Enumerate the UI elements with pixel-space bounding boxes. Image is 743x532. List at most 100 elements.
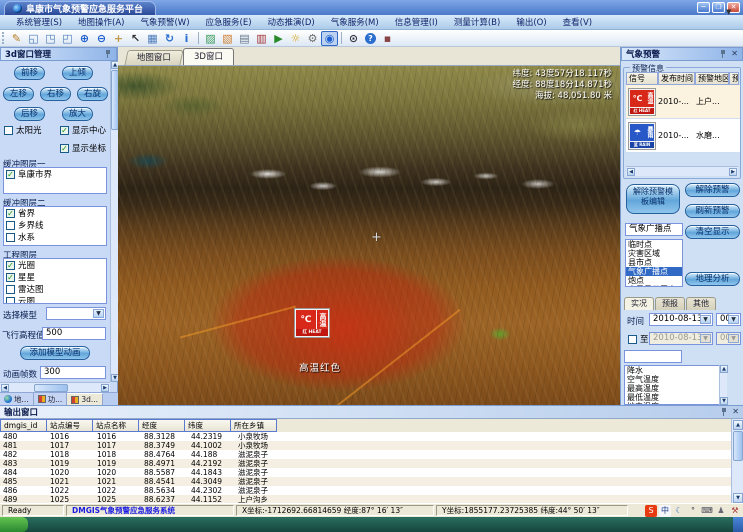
hour-from-picker[interactable]: 00 ▼ bbox=[716, 313, 741, 326]
scroll-up-icon[interactable]: ▲ bbox=[733, 420, 743, 430]
punctuation-icon[interactable]: ° bbox=[687, 505, 699, 517]
zoom-out-window-icon[interactable]: ◳ bbox=[42, 31, 59, 46]
scroll-down-icon[interactable]: ▼ bbox=[733, 493, 743, 503]
layer-item[interactable]: ✓星星 bbox=[4, 271, 106, 283]
table-row[interactable]: 4831019101988.497144.2192滋泥泉子 bbox=[0, 459, 731, 468]
chevron-down-icon[interactable]: ▼ bbox=[728, 315, 739, 324]
checkbox-icon[interactable]: ✓ bbox=[6, 273, 15, 282]
light-icon[interactable]: ☼ bbox=[287, 31, 304, 46]
fly-route-icon[interactable]: ▶ bbox=[270, 31, 287, 46]
list-item[interactable]: 空气温度 bbox=[625, 375, 726, 384]
column-header[interactable]: 站点编号 bbox=[46, 419, 93, 432]
checkbox-icon[interactable] bbox=[6, 221, 15, 230]
list-item[interactable]: 最低温度 bbox=[625, 393, 726, 402]
scroll-thumb[interactable] bbox=[34, 384, 68, 392]
point-type-combo[interactable]: 气象广播点 bbox=[625, 223, 683, 236]
pin-icon[interactable] bbox=[105, 50, 112, 58]
keyboard-icon[interactable]: ⌨ bbox=[701, 505, 713, 517]
column-header[interactable]: 纬度 bbox=[184, 419, 231, 432]
element-list-scrollbar[interactable]: ▲ ▼ bbox=[719, 365, 727, 405]
column-header[interactable]: 信号 bbox=[626, 72, 658, 85]
zoom-in-icon[interactable]: ⊕ bbox=[76, 31, 93, 46]
checkbox-icon[interactable]: ✓ bbox=[60, 126, 69, 135]
warning-row[interactable]: ☂暴雨蓝 RAIN STORM2010-...水磨... bbox=[626, 119, 740, 153]
tab-其他[interactable]: 其他 bbox=[686, 297, 716, 310]
dock-tab[interactable]: 功... bbox=[34, 393, 68, 405]
menu-item[interactable]: 测量计算(B) bbox=[446, 15, 508, 29]
menu-item[interactable]: 气象预警(W) bbox=[132, 15, 197, 29]
scroll-right-icon[interactable]: ▶ bbox=[101, 384, 109, 392]
pin-icon[interactable] bbox=[720, 50, 727, 58]
checkbox-icon[interactable] bbox=[6, 297, 15, 305]
globe-3d-icon[interactable]: ◉ bbox=[321, 31, 338, 46]
list-item[interactable]: 县市点 bbox=[626, 258, 682, 267]
checkbox-icon[interactable]: ✓ bbox=[6, 209, 15, 218]
pan-icon[interactable]: + bbox=[110, 31, 127, 46]
tools-icon[interactable]: ⚒ bbox=[729, 505, 741, 517]
checkbox-icon[interactable] bbox=[6, 233, 15, 242]
list-item[interactable]: 炮点 bbox=[626, 276, 682, 285]
menu-item[interactable]: 信息管理(I) bbox=[387, 15, 446, 29]
chevron-down-icon[interactable]: ▼ bbox=[700, 315, 711, 324]
output-vscrollbar[interactable]: ▲ ▼ bbox=[731, 419, 743, 504]
map-3d-view[interactable]: 纬度: 43度57分18.117秒 经度: 88度18分14.871秒 海拔: … bbox=[118, 66, 620, 405]
warning-hscrollbar[interactable]: ◀ ▶ bbox=[626, 166, 738, 176]
list-item[interactable]: 降水 bbox=[625, 366, 726, 375]
list-item[interactable]: 气象广播点 bbox=[626, 267, 682, 276]
scroll-left-icon[interactable]: ◀ bbox=[1, 384, 9, 392]
list-item[interactable]: 临时点 bbox=[626, 240, 682, 249]
column-header[interactable]: 经度 bbox=[138, 419, 185, 432]
column-header[interactable]: 所在乡镇 bbox=[230, 419, 277, 432]
close-icon[interactable]: ✕ bbox=[732, 408, 739, 416]
menu-item[interactable]: 应急服务(E) bbox=[198, 15, 260, 29]
nav-button[interactable]: 右移 bbox=[40, 87, 71, 101]
dock-tab[interactable]: 3d... bbox=[67, 393, 103, 405]
clear-display-button[interactable]: 清空显示 bbox=[685, 225, 740, 239]
show-coord-checkbox[interactable]: ✓显示坐标 bbox=[58, 142, 110, 154]
left-panel-hscrollbar[interactable]: ◀ ▶ bbox=[0, 382, 110, 392]
checkbox-icon[interactable] bbox=[628, 335, 637, 344]
warning-row[interactable]: ℃高温红 HEAT WAVE2010-...上户... bbox=[626, 85, 740, 119]
image-layer-icon[interactable]: ▨ bbox=[202, 31, 219, 46]
ime-chinese-icon[interactable]: 中 bbox=[659, 505, 671, 517]
layer-item[interactable]: ✓阜康市界 bbox=[4, 168, 106, 180]
menu-item[interactable]: 动态推演(D) bbox=[260, 15, 323, 29]
layer-item[interactable]: ✓省界 bbox=[4, 207, 106, 219]
checkbox-icon[interactable] bbox=[4, 126, 13, 135]
chevron-down-icon[interactable]: ▼ bbox=[93, 309, 104, 318]
checkbox-icon[interactable]: ✓ bbox=[6, 170, 15, 179]
layer-item[interactable]: 乡界线 bbox=[4, 219, 106, 231]
show-center-checkbox[interactable]: ✓显示中心 bbox=[58, 124, 110, 136]
select-icon[interactable]: ↖ bbox=[127, 31, 144, 46]
checkbox-icon[interactable]: ✓ bbox=[60, 144, 69, 153]
remove-warning-button[interactable]: 解除预警 bbox=[685, 183, 740, 197]
tab-list-dropdown-icon[interactable]: ▼ bbox=[726, 8, 737, 16]
list-item[interactable]: 灾害区域 bbox=[626, 249, 682, 258]
column-header[interactable]: 预警 bbox=[729, 72, 739, 85]
moon-icon[interactable]: ☾ bbox=[673, 505, 685, 517]
plot-icon[interactable]: ▥ bbox=[253, 31, 270, 46]
settings-icon[interactable]: ⚙ bbox=[304, 31, 321, 46]
menu-item[interactable]: 地图操作(A) bbox=[70, 15, 132, 29]
close-icon[interactable]: ✕ bbox=[731, 50, 738, 58]
menu-item[interactable]: 气象服务(M) bbox=[323, 15, 387, 29]
table-row[interactable]: 4841020102088.558744.1843滋泥泉子 bbox=[0, 468, 731, 477]
tab-3d-window[interactable]: 3D窗口 bbox=[183, 48, 234, 65]
full-extent-icon[interactable]: ▦ bbox=[144, 31, 161, 46]
sunlight-checkbox[interactable]: 太阳光 bbox=[2, 124, 44, 136]
nav-button[interactable]: 后移 bbox=[14, 107, 45, 121]
menu-item[interactable]: 系统管理(S) bbox=[8, 15, 70, 29]
date-from-picker[interactable]: 2010-08-13 ▼ bbox=[649, 313, 713, 326]
geo-analysis-button[interactable]: 地理分析 bbox=[685, 272, 740, 286]
zoom-window-icon[interactable]: ◰ bbox=[59, 31, 76, 46]
refresh-icon[interactable]: ↻ bbox=[161, 31, 178, 46]
zoom-in-window-icon[interactable]: ◱ bbox=[25, 31, 42, 46]
to-date-checkbox[interactable]: 至 bbox=[626, 333, 651, 345]
user-icon[interactable]: ♟ bbox=[715, 505, 727, 517]
eye-icon[interactable]: ⊙ bbox=[345, 31, 362, 46]
column-header[interactable]: 预警地区 bbox=[695, 72, 729, 85]
tab-预报[interactable]: 预报 bbox=[655, 297, 685, 310]
help-icon[interactable]: ? bbox=[362, 31, 379, 46]
table-row[interactable]: 4821018101888.476444.188滋泥泉子 bbox=[0, 450, 731, 459]
nav-button[interactable]: 放大 bbox=[62, 107, 93, 121]
